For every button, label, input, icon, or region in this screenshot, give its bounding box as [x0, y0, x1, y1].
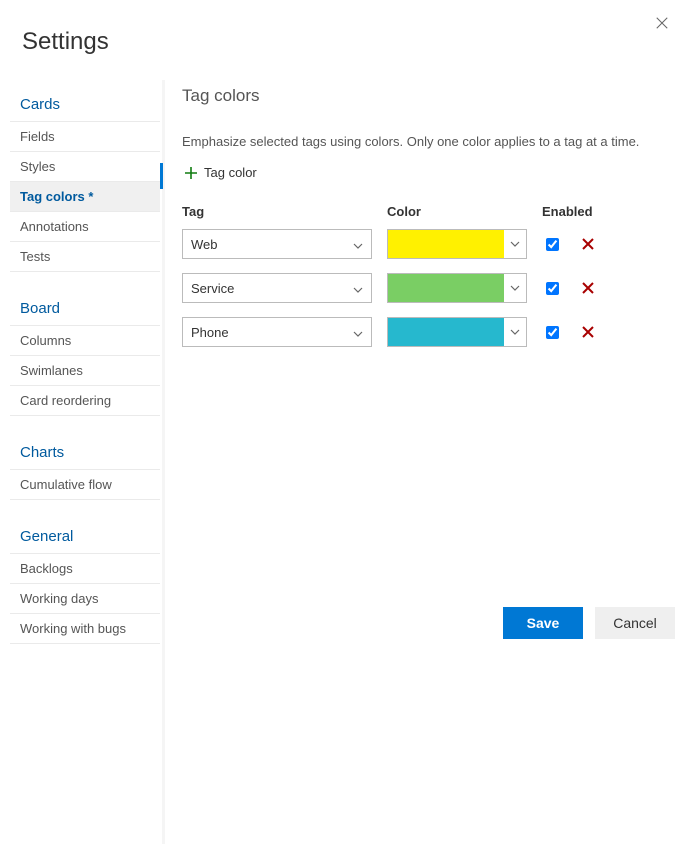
tag-select-value: Web: [191, 237, 218, 252]
tag-select-value: Phone: [191, 325, 229, 340]
column-headers: Tag Color Enabled: [182, 204, 671, 229]
color-select[interactable]: [387, 229, 527, 259]
color-swatch: [388, 230, 504, 258]
close-button[interactable]: [651, 12, 673, 39]
sidebar-section-header: General: [10, 518, 160, 554]
chevron-down-icon: [504, 285, 526, 291]
color-swatch: [388, 274, 504, 302]
main-content: Tag colors Emphasize selected tags using…: [160, 86, 691, 644]
save-button[interactable]: Save: [503, 607, 583, 639]
color-swatch: [388, 318, 504, 346]
column-tag: Tag: [182, 204, 387, 219]
chevron-down-icon: [353, 237, 363, 252]
chevron-down-icon: [504, 241, 526, 247]
cancel-button[interactable]: Cancel: [595, 607, 675, 639]
tag-select[interactable]: Phone: [182, 317, 372, 347]
sidebar-item[interactable]: Working with bugs: [10, 614, 160, 644]
enabled-checkbox[interactable]: [546, 282, 559, 295]
add-tag-color-label: Tag color: [204, 165, 257, 180]
tag-color-row: Service: [182, 273, 671, 303]
sidebar-item[interactable]: Tests: [10, 242, 160, 272]
column-color: Color: [387, 204, 542, 219]
sidebar-item[interactable]: Columns: [10, 326, 160, 356]
sidebar-item[interactable]: Card reordering: [10, 386, 160, 416]
color-select[interactable]: [387, 317, 527, 347]
sidebar-item[interactable]: Annotations: [10, 212, 160, 242]
tag-select-value: Service: [191, 281, 234, 296]
delete-row-button[interactable]: [581, 237, 595, 251]
sidebar-item[interactable]: Cumulative flow: [10, 470, 160, 500]
add-tag-color-button[interactable]: Tag color: [182, 161, 259, 184]
sidebar-item[interactable]: Fields: [10, 122, 160, 152]
selected-indicator: [160, 163, 163, 189]
sidebar-item[interactable]: Swimlanes: [10, 356, 160, 386]
sidebar-item[interactable]: Backlogs: [10, 554, 160, 584]
plus-icon: [184, 166, 198, 180]
sidebar-section-header: Cards: [10, 86, 160, 122]
column-enabled: Enabled: [542, 204, 602, 219]
delete-row-button[interactable]: [581, 281, 595, 295]
sidebar-section-header: Board: [10, 290, 160, 326]
tag-color-row: Phone: [182, 317, 671, 347]
color-select[interactable]: [387, 273, 527, 303]
content-description: Emphasize selected tags using colors. On…: [182, 134, 671, 149]
chevron-down-icon: [504, 329, 526, 335]
page-title: Settings: [0, 0, 691, 56]
chevron-down-icon: [353, 281, 363, 296]
sidebar-item[interactable]: Tag colors *: [10, 182, 160, 212]
sidebar-section-header: Charts: [10, 434, 160, 470]
close-icon: [655, 16, 669, 30]
dialog-footer: Save Cancel: [503, 607, 675, 639]
sidebar-item[interactable]: Working days: [10, 584, 160, 614]
enabled-checkbox[interactable]: [546, 326, 559, 339]
tag-select[interactable]: Service: [182, 273, 372, 303]
enabled-checkbox[interactable]: [546, 238, 559, 251]
delete-row-button[interactable]: [581, 325, 595, 339]
sidebar: CardsFieldsStylesTag colors *Annotations…: [0, 86, 160, 644]
chevron-down-icon: [353, 325, 363, 340]
tag-select[interactable]: Web: [182, 229, 372, 259]
content-heading: Tag colors: [182, 86, 671, 106]
sidebar-item[interactable]: Styles: [10, 152, 160, 182]
tag-color-row: Web: [182, 229, 671, 259]
